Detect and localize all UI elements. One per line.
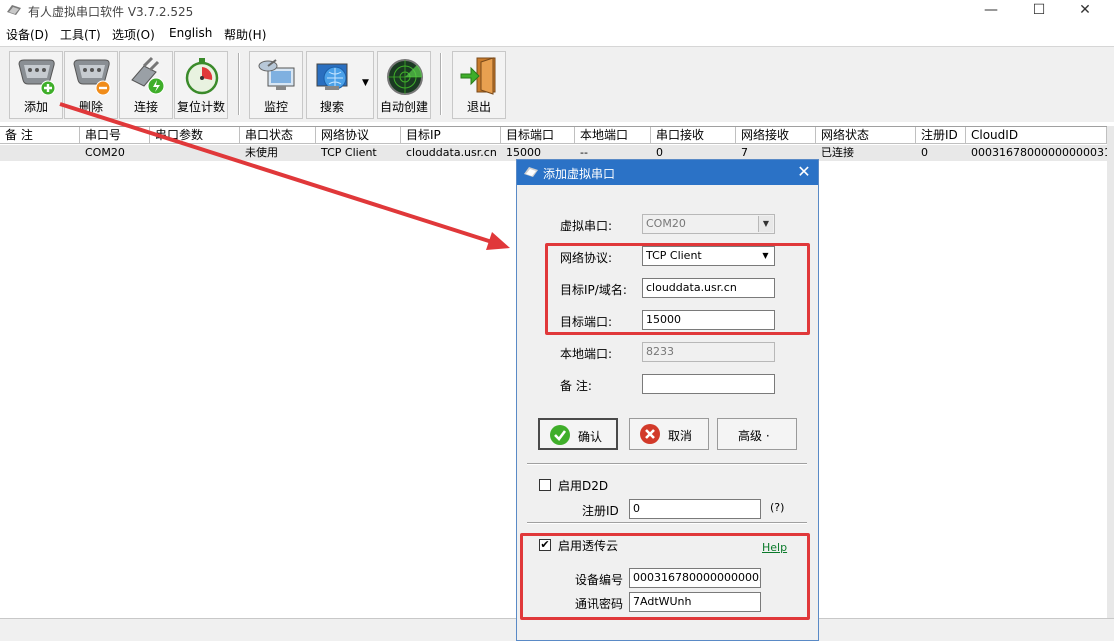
serial-port-add-icon [18, 59, 56, 96]
cell-register-id: 0 [921, 146, 928, 159]
col-port[interactable]: 串口号 [80, 127, 150, 144]
search-dropdown-icon[interactable]: ▼ [362, 78, 369, 88]
maximize-button[interactable]: ☐ [1016, 0, 1062, 22]
toolbar: 添加 删除 连接 复位计数 监控 搜索 ▼ 自动创建 退出 [0, 46, 1114, 122]
col-target-port[interactable]: 目标端口 [501, 127, 575, 144]
search-label: 搜索 [319, 100, 344, 114]
col-remark[interactable]: 备 注 [0, 127, 80, 144]
cell-net-status: 已连接 [821, 146, 854, 159]
minimize-button[interactable]: — [968, 0, 1014, 22]
menu-options[interactable]: 选项(O) [112, 26, 155, 43]
local-port-label: 本地端口: [560, 347, 613, 361]
app-window: 有人虚拟串口软件 V3.7.2.525 — ☐ ✕ 设备(D) 工具(T) 选项… [0, 0, 1114, 641]
close-button[interactable]: ✕ [1062, 0, 1108, 22]
col-protocol[interactable]: 网络协议 [316, 127, 401, 144]
advanced-button[interactable]: 高级 · [717, 418, 797, 450]
advanced-label: 高级 · [738, 429, 770, 443]
delete-button[interactable]: 删除 [64, 51, 118, 119]
search-network-icon [316, 63, 348, 90]
add-label: 添加 [23, 100, 48, 114]
col-params[interactable]: 串口参数 [150, 127, 240, 144]
menu-bar: 设备(D) 工具(T) 选项(O) English 帮助(H) [0, 24, 1114, 44]
cell-params [150, 145, 240, 161]
virtual-port-select: COM20 ▼ [642, 214, 775, 234]
annotation-box-cloud [520, 533, 810, 620]
plug-connect-icon [131, 56, 165, 95]
app-icon [7, 5, 21, 15]
connect-button[interactable]: 连接 [119, 51, 173, 119]
col-cloud-id[interactable]: CloudID [966, 127, 1107, 144]
auto-create-label: 自动创建 [379, 100, 428, 114]
local-port-input: 8233 [642, 342, 775, 362]
toolbar-separator [238, 53, 240, 115]
dialog-title-bar[interactable]: 添加虚拟串口 ✕ [517, 160, 818, 185]
register-id-input[interactable]: 0 [629, 499, 761, 519]
register-id-label: 注册ID [582, 504, 619, 518]
dialog-title: 添加虚拟串口 [543, 167, 616, 181]
register-id-help[interactable]: (?) [770, 501, 784, 514]
monitor-label: 监控 [263, 100, 288, 114]
window-title: 有人虚拟串口软件 V3.7.2.525 [28, 5, 194, 19]
serial-port-remove-icon [73, 59, 111, 96]
confirm-button[interactable]: 确认 [538, 418, 618, 450]
title-bar: 有人虚拟串口软件 V3.7.2.525 — ☐ ✕ [0, 0, 1114, 22]
app-icon [524, 167, 538, 177]
cell-port-status: 未使用 [245, 146, 278, 159]
reset-count-button[interactable]: 复位计数 [174, 51, 228, 119]
exit-door-icon [460, 57, 496, 95]
reset-count-label: 复位计数 [176, 100, 225, 114]
exit-button[interactable]: 退出 [452, 51, 506, 119]
stopwatch-reset-icon [185, 58, 219, 95]
table-header: 备 注 串口号 串口参数 串口状态 网络协议 目标IP 目标端口 本地端口 串口… [0, 127, 1107, 144]
cell-protocol: TCP Client [321, 146, 377, 159]
menu-device[interactable]: 设备(D) [6, 26, 49, 43]
d2d-label: 启用D2D [558, 479, 609, 493]
menu-english[interactable]: English [169, 26, 212, 40]
virtual-port-label: 虚拟串口: [560, 219, 613, 233]
toolbar-separator [440, 53, 442, 115]
virtual-port-value: COM20 [646, 217, 686, 230]
monitor-button[interactable]: 监控 [249, 51, 303, 119]
delete-label: 删除 [78, 100, 103, 114]
cancel-button[interactable]: 取消 [629, 418, 709, 450]
check-icon [550, 425, 570, 445]
cancel-icon [640, 424, 660, 444]
col-port-rx[interactable]: 串口接收 [651, 127, 736, 144]
radar-icon [387, 59, 423, 95]
divider [527, 463, 807, 465]
cancel-label: 取消 [668, 429, 693, 443]
menu-tools[interactable]: 工具(T) [60, 26, 101, 43]
dialog-close-button[interactable]: ✕ [793, 163, 815, 181]
annotation-box-network [545, 243, 810, 335]
col-local-port[interactable]: 本地端口 [575, 127, 651, 144]
monitor-icon [258, 59, 295, 90]
col-net-status[interactable]: 网络状态 [816, 127, 916, 144]
cell-port: COM20 [85, 146, 125, 159]
remark-input[interactable] [642, 374, 775, 394]
vertical-scrollbar[interactable] [1107, 126, 1114, 618]
confirm-label: 确认 [578, 430, 603, 444]
col-port-status[interactable]: 串口状态 [240, 127, 316, 144]
remark-label: 备 注: [560, 379, 592, 393]
chevron-down-icon: ▼ [758, 216, 773, 232]
cell-remark [0, 145, 80, 161]
d2d-checkbox[interactable] [539, 479, 551, 491]
menu-help[interactable]: 帮助(H) [224, 26, 266, 43]
search-button[interactable]: 搜索 ▼ [306, 51, 374, 119]
cell-target-ip: clouddata.usr.cn [406, 146, 497, 159]
exit-label: 退出 [466, 100, 491, 114]
auto-create-button[interactable]: 自动创建 [377, 51, 431, 119]
col-target-ip[interactable]: 目标IP [401, 127, 501, 144]
connect-label: 连接 [133, 100, 158, 114]
divider [527, 522, 807, 524]
col-net-rx[interactable]: 网络接收 [736, 127, 816, 144]
add-button[interactable]: 添加 [9, 51, 63, 119]
cell-cloud-id: 00031678000000000031 [971, 146, 1107, 159]
col-register-id[interactable]: 注册ID [916, 127, 966, 144]
